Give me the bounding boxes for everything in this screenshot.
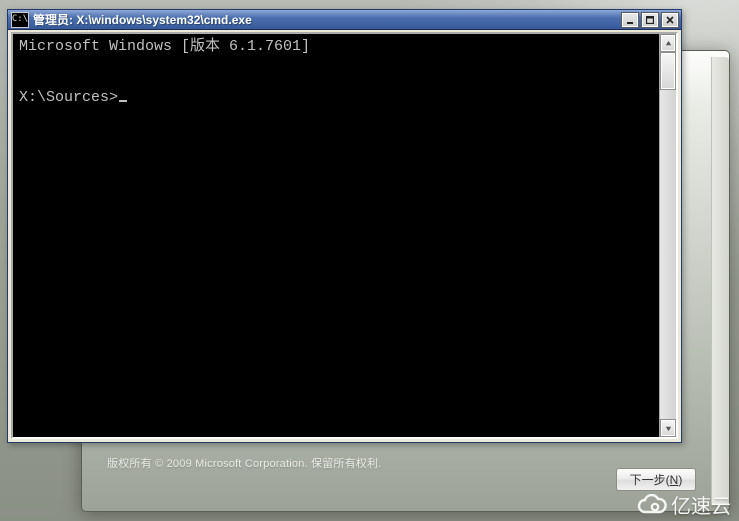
scroll-down-button[interactable] [660, 419, 676, 437]
terminal-line: Microsoft Windows [版本 6.1.7601] [19, 38, 310, 55]
next-button-label: 下一步 [630, 471, 666, 488]
window-title: 管理员: X:\windows\system32\cmd.exe [33, 11, 619, 28]
terminal-prompt: X:\Sources> [19, 89, 118, 106]
scroll-up-button[interactable] [660, 34, 676, 52]
titlebar[interactable]: C:\ 管理员: X:\windows\system32\cmd.exe [8, 10, 681, 30]
minimize-button[interactable] [621, 12, 639, 28]
maximize-button[interactable] [641, 12, 659, 28]
cursor-icon [119, 100, 127, 102]
watermark-text: 亿速云 [671, 490, 731, 519]
window-controls [619, 12, 679, 28]
close-button[interactable] [661, 12, 679, 28]
cmd-icon: C:\ [11, 12, 29, 28]
copyright-text: 版权所有 © 2009 Microsoft Corporation. 保留所有权… [107, 455, 381, 471]
terminal-output[interactable]: Microsoft Windows [版本 6.1.7601] X:\Sourc… [13, 34, 659, 437]
cmd-window: C:\ 管理员: X:\windows\system32\cmd.exe Mic… [7, 9, 682, 443]
scroll-track[interactable] [660, 52, 676, 419]
scroll-thumb[interactable] [660, 52, 676, 90]
next-button[interactable]: 下一步 (N) [616, 468, 696, 491]
installer-scrollbar[interactable] [711, 57, 729, 505]
terminal-scrollbar[interactable] [659, 34, 676, 437]
cloud-icon [637, 494, 667, 516]
watermark: 亿速云 [637, 490, 731, 519]
client-area: Microsoft Windows [版本 6.1.7601] X:\Sourc… [11, 32, 678, 439]
next-button-hotkey: (N) [666, 473, 683, 487]
